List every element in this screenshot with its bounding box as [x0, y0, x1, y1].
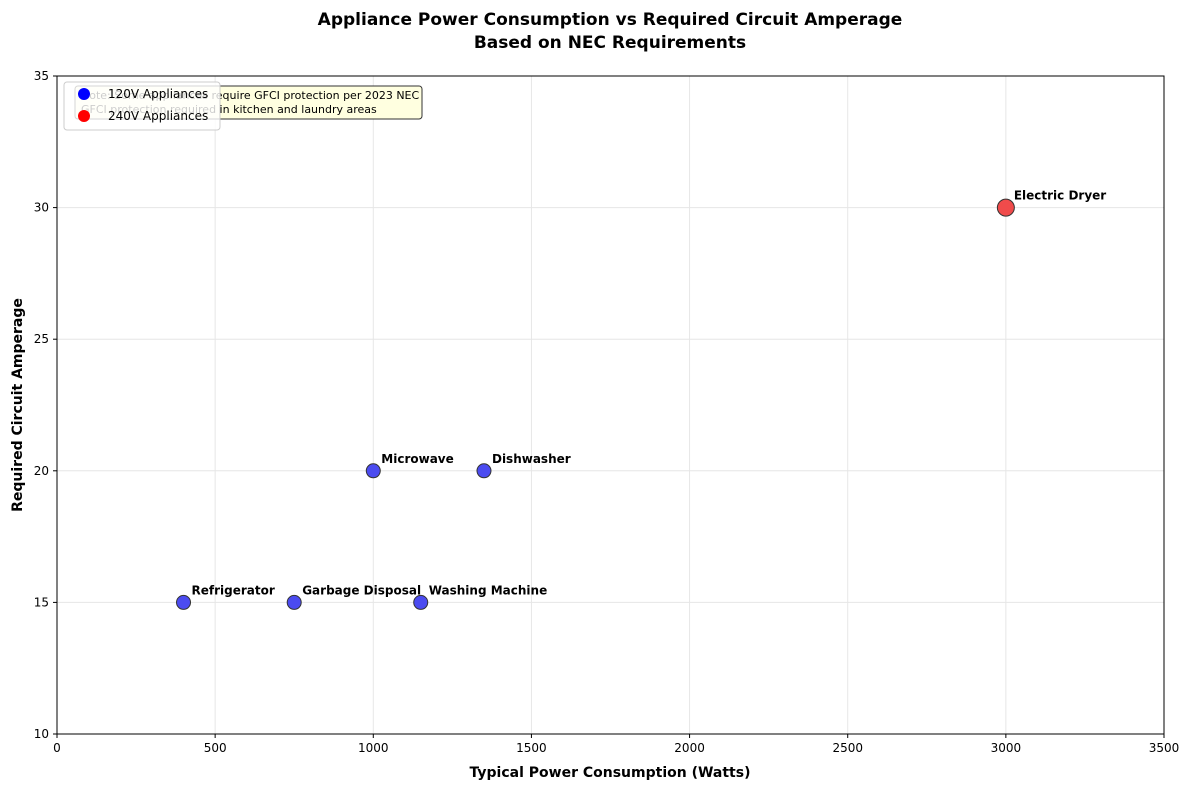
point-label: Electric Dryer — [1014, 189, 1106, 203]
point-label: Microwave — [381, 452, 453, 466]
point-label: Garbage Disposal — [302, 583, 421, 597]
legend-marker-240v — [78, 110, 90, 122]
point-label: Washing Machine — [429, 583, 548, 597]
x-tick-label: 3000 — [991, 741, 1022, 755]
y-axis-label: Required Circuit Amperage — [10, 298, 26, 512]
legend-label-120v: 120V Appliances — [108, 87, 208, 101]
x-axis-label: Typical Power Consumption (Watts) — [470, 765, 751, 781]
data-points — [176, 198, 1015, 610]
x-tick-label: 2000 — [674, 741, 705, 755]
grid — [56, 75, 1165, 735]
x-tick-label: 1500 — [516, 741, 547, 755]
x-tick-label: 500 — [204, 741, 227, 755]
y-tick-label: 20 — [34, 464, 49, 478]
x-tick-label: 1000 — [358, 741, 389, 755]
legend-label-240v: 240V Appliances — [108, 109, 208, 123]
x-tick-label: 3500 — [1149, 741, 1180, 755]
data-point — [996, 198, 1015, 217]
scatter-chart: Appliance Power Consumption vs Required … — [10, 10, 1180, 781]
data-point — [286, 594, 302, 610]
legend: 120V Appliances 240V Appliances — [63, 81, 221, 131]
data-point — [365, 463, 381, 479]
axis-ticks: 0 500 1000 1500 2000 2500 3000 3500 10 15 20 25 30 35 — [34, 69, 1180, 755]
plot-frame — [56, 75, 1165, 735]
x-tick-label: 0 — [53, 741, 61, 755]
chart-subtitle: Based on NEC Requirements — [474, 33, 746, 53]
y-tick-label: 35 — [34, 69, 49, 83]
point-label: Dishwasher — [492, 452, 571, 466]
data-point — [476, 463, 492, 479]
y-tick-label: 25 — [34, 332, 49, 346]
chart-title: Appliance Power Consumption vs Required … — [318, 10, 903, 30]
point-labels: Refrigerator Garbage Disposal Microwave Was… — [192, 189, 1107, 598]
x-tick-label: 2500 — [832, 741, 863, 755]
y-tick-label: 10 — [34, 727, 49, 741]
y-tick-label: 30 — [34, 201, 49, 215]
data-point — [176, 594, 192, 610]
y-tick-label: 15 — [34, 595, 49, 609]
legend-marker-120v — [78, 88, 90, 100]
point-label: Refrigerator — [192, 583, 275, 597]
data-point — [413, 594, 429, 610]
